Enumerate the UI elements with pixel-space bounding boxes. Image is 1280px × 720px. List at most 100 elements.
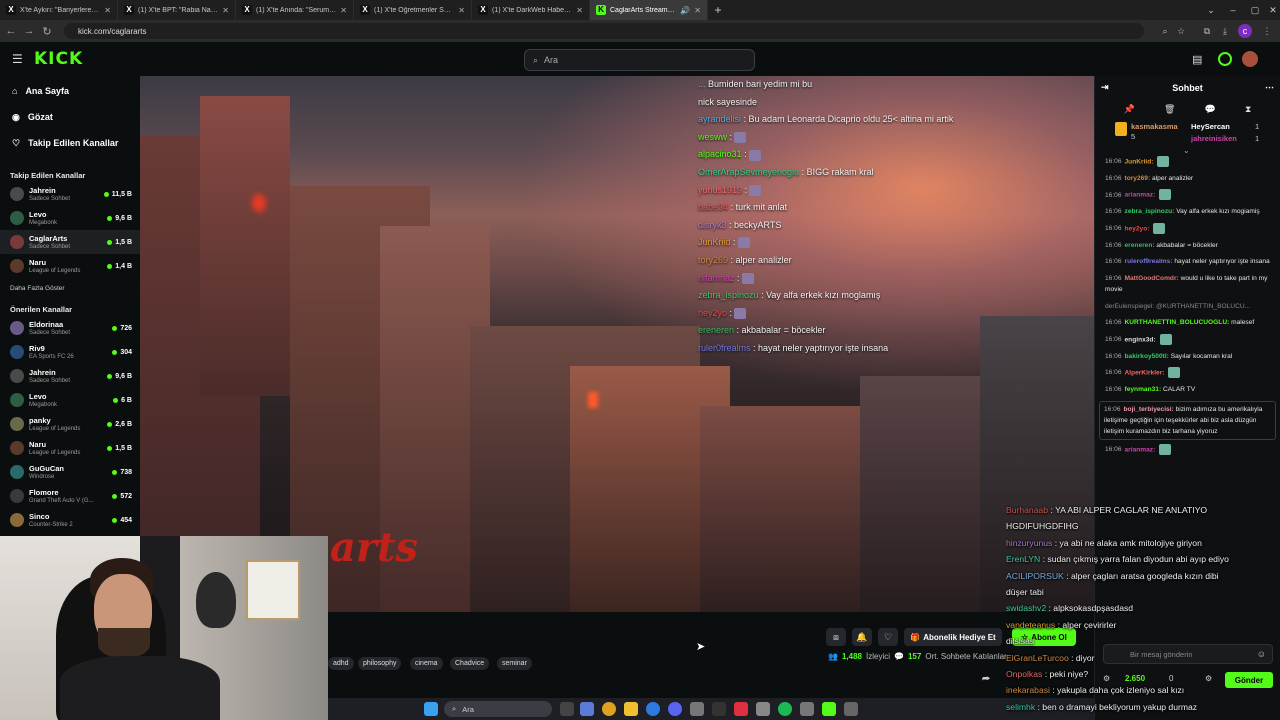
browser-tab[interactable]: X (1) X'te Öğretmenler Sayfası "B... ✕ [354,0,472,20]
chat-username[interactable]: JunKriid: [1125,158,1154,165]
channel-item[interactable]: CaglarArts Sadece Sohbet 1,5 B [0,230,140,254]
collapse-chat-icon[interactable]: ⇥ [1101,82,1109,93]
bell-icon[interactable]: 🔔 [852,628,872,646]
channel-item[interactable]: Naru League of Legends 1,4 B [0,254,140,278]
browser-tab[interactable]: X (1) X'te BPT: "Rabia Naz'ın babası... ✕ [118,0,236,20]
channel-item[interactable]: Jahrein Sadece Sohbet 11,5 B [0,182,140,206]
trash-icon[interactable]: 🗑 [1164,104,1175,115]
kick-coin-icon[interactable] [1218,52,1232,66]
minimize-button[interactable]: – [1222,0,1244,20]
kick-logo[interactable]: KICK [34,49,83,69]
channel-item[interactable]: Riv9 EA Sports FC 26 304 [0,340,140,364]
chat-username[interactable]: boji_terbiyecisi: [1124,406,1174,413]
browser-tab[interactable]: X (1) X'te Anında: "Serum takılı ol... ✕ [236,0,354,20]
hamburger-menu-icon[interactable]: ☰ [12,52,23,66]
windows-start-icon[interactable] [424,702,438,716]
channel-item[interactable]: Jahrein Sadece Sohbet 9,6 B [0,364,140,388]
user-avatar[interactable] [1242,51,1258,67]
chat-username[interactable]: zebra_ispinozu: [1125,208,1175,215]
profile-avatar-icon[interactable]: c [1238,24,1252,38]
extensions-icon[interactable]: ⧉ [1200,24,1214,38]
heart-outline-icon[interactable]: ♡ [878,628,898,646]
chat-username[interactable]: hey2yo: [1125,225,1150,232]
app-icon[interactable] [756,702,770,716]
chrome-icon[interactable] [602,702,616,716]
video-player[interactable]: arts ... Bumiden bari yedim mi bu nick s… [140,76,1094,612]
reload-icon[interactable]: ↻ [40,23,54,39]
back-icon[interactable]: ← [4,23,18,39]
file-explorer-icon[interactable] [624,702,638,716]
tag-chip[interactable]: adhd [328,657,354,670]
close-window-button[interactable]: ✕ [1262,0,1280,20]
chat-bubble-icon[interactable]: 💬 [1205,104,1216,115]
channel-item[interactable]: Naru League of Legends 1,5 B [0,436,140,460]
chat-username[interactable]: ereneren: [1125,242,1155,249]
app-icon[interactable] [800,702,814,716]
close-tab-icon[interactable]: ✕ [694,6,701,15]
show-more-link[interactable]: Daha Fazla Göster [0,280,140,296]
channel-item[interactable]: panky League of Legends 2,6 B [0,412,140,436]
overlay-chat-text: : akbabalar = böcekler [736,325,826,336]
browser-tab-active[interactable]: K CaglarArts Stream - Watch ... 🔊 ✕ [590,0,708,20]
bookmark-star-icon[interactable]: ☆ [1174,24,1188,38]
speaker-icon[interactable]: 🔊 [680,6,690,15]
nav-home[interactable]: ⌂ Ana Sayfa [0,78,140,104]
browser-menu-icon[interactable]: ⌄ [1200,0,1222,20]
app-icon[interactable] [844,702,858,716]
gift-subscription-button[interactable]: 🎁 Abonelik Hediye Et [904,628,1002,646]
chat-username[interactable]: tory269: [1125,175,1151,182]
chat-username[interactable]: MattGoodComdr: [1125,275,1179,282]
hourglass-icon[interactable]: ⧗ [1245,104,1251,115]
nav-following[interactable]: ♡ Takip Edilen Kanallar [0,130,140,156]
chat-username[interactable]: bakirkoy500tl: [1125,353,1169,360]
edge-icon[interactable] [646,702,660,716]
close-tab-icon[interactable]: ✕ [458,6,465,15]
channel-item[interactable]: GuGuCan Windrose 738 [0,460,140,484]
task-view-icon[interactable] [560,702,574,716]
close-tab-icon[interactable]: ✕ [222,6,229,15]
expand-icon[interactable]: ⌄ [1183,146,1190,155]
channel-item[interactable]: Levo Megabonk 9,6 B [0,206,140,230]
chat-username[interactable]: KURTHANETTIN_BOLUCUOGLU: [1125,319,1230,326]
browser-tab[interactable]: X X'te Aykırı: "Bariyerlere çarpan ... ✕ [0,0,118,20]
chat-username[interactable]: feynman31: [1125,386,1162,393]
close-tab-icon[interactable]: ✕ [340,6,347,15]
url-field[interactable]: kick.com/caglararts [64,23,1144,39]
chat-menu-icon[interactable]: ⋯ [1265,82,1274,93]
pin-icon[interactable]: 📌 [1124,104,1135,115]
kick-app-icon[interactable] [822,702,836,716]
close-tab-icon[interactable]: ✕ [104,6,111,15]
close-tab-icon[interactable]: ✕ [576,6,583,15]
app-icon[interactable] [580,702,594,716]
discord-icon[interactable] [668,702,682,716]
tag-chip[interactable]: Chadvice [450,657,490,670]
tag-chip[interactable]: philosophy [358,657,402,670]
spotify-icon[interactable] [778,702,792,716]
forward-icon[interactable]: → [22,23,36,39]
chat-username[interactable]: rulerof9realms: [1125,258,1173,265]
chat-username[interactable]: enginx3d: [1125,336,1156,343]
kebab-menu-icon[interactable]: ⋮ [1260,24,1274,38]
chat-username[interactable]: arianmaz: [1125,446,1156,453]
tag-chip[interactable]: cinema [410,657,443,670]
app-icon[interactable] [690,702,704,716]
app-icon[interactable] [734,702,748,716]
channel-item[interactable]: Flomore Grand Theft Auto V (G... 572 [0,484,140,508]
channel-item[interactable]: Sinco Counter-Strike 2 454 [0,508,140,532]
chat-username[interactable]: AlperKirkler: [1125,369,1165,376]
chat-username[interactable]: arianmaz: [1125,192,1156,199]
new-tab-button[interactable]: + [708,0,728,20]
taskbar-search[interactable]: ⌕ Ara [444,701,552,717]
search-input[interactable]: ⌕ Ara [524,49,755,71]
browser-tab[interactable]: X (1) X'te DarkWeb Haber: "Kahra... ✕ [472,0,590,20]
nav-browse[interactable]: ◉ Gözat [0,104,140,130]
store-icon[interactable]: ▤ [1192,53,1202,66]
app-icon[interactable] [712,702,726,716]
zoom-icon[interactable]: ⌕ [1158,24,1172,38]
download-icon[interactable]: ⤓ [1218,24,1232,38]
clip-icon[interactable]: ⧈ [826,628,846,646]
channel-item[interactable]: Eldorinaa Sadece Sohbet 726 [0,316,140,340]
channel-item[interactable]: Levo Megabonk 6 B [0,388,140,412]
share-icon[interactable]: ⮫ [982,674,990,685]
tag-chip[interactable]: seminar [497,657,532,670]
